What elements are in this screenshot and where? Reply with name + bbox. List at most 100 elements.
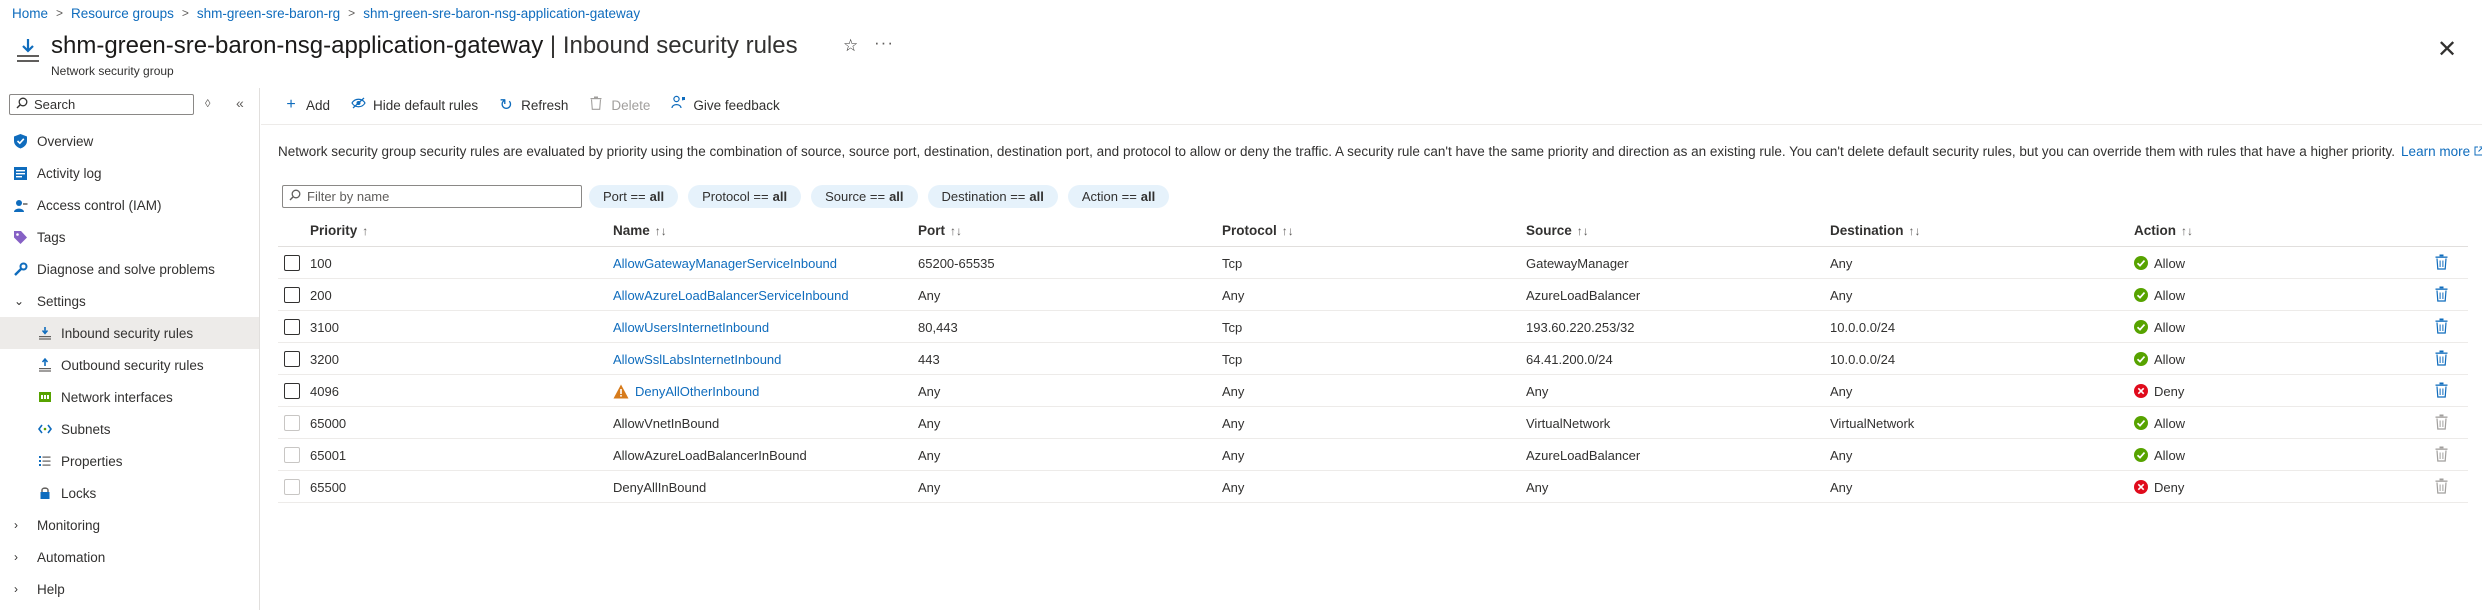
feedback-icon (670, 95, 686, 115)
filter-pill-key: Action == (1081, 189, 1137, 204)
search-icon (289, 189, 301, 204)
add-button[interactable]: + Add (283, 96, 330, 114)
breadcrumb-resource-group[interactable]: shm-green-sre-baron-rg (197, 6, 340, 21)
sidebar-group-monitoring[interactable]: › Monitoring (0, 509, 259, 541)
sidebar-group-settings[interactable]: ⌄ Settings (0, 285, 259, 317)
column-header-protocol[interactable]: Protocol ↑↓ (1222, 223, 1294, 238)
table-row[interactable]: 65000 AllowVnetInBound Any Any VirtualNetwor… (278, 407, 2468, 439)
warning-icon (613, 384, 629, 402)
sidebar-search-input[interactable] (34, 97, 184, 112)
rule-name-link[interactable]: AllowUsersInternetInbound (613, 320, 769, 335)
row-checkbox[interactable] (284, 351, 300, 367)
rule-name-link[interactable]: DenyAllOtherInbound (635, 384, 759, 399)
cell-source: Any (1526, 384, 1549, 399)
filter-pill-key: Port == (603, 189, 646, 204)
page-description: Network security group security rules ar… (278, 144, 2482, 159)
favorite-star-icon[interactable]: ☆ (843, 36, 858, 56)
sidebar-item-overview[interactable]: Overview (0, 125, 259, 157)
sidebar-item-properties[interactable]: Properties (0, 445, 259, 477)
breadcrumb-resource[interactable]: shm-green-sre-baron-nsg-application-gate… (363, 6, 640, 21)
sidebar-item-tags[interactable]: Tags (0, 221, 259, 253)
filter-pill-destination[interactable]: Destination == all (927, 185, 1058, 208)
filter-by-name-field[interactable] (282, 185, 582, 208)
cell-destination: VirtualNetwork (1830, 416, 1915, 431)
breadcrumb-separator: > (56, 6, 64, 20)
breadcrumb-home[interactable]: Home (12, 6, 48, 21)
filter-pill-action[interactable]: Action == all (1067, 185, 1170, 208)
column-header-label: Port (918, 223, 945, 238)
row-checkbox[interactable] (284, 255, 300, 271)
close-icon[interactable]: ✕ (2437, 35, 2457, 64)
table-row[interactable]: 3100 AllowUsersInternetInbound 80,443 Tcp 19… (278, 311, 2468, 343)
row-checkbox[interactable] (284, 319, 300, 335)
cell-source: AzureLoadBalancer (1526, 288, 1641, 303)
table-row[interactable]: 4096 DenyAllOtherInbound Any Any Any Any Deny (278, 375, 2468, 407)
allow-check-icon (2134, 288, 2148, 302)
delete-rule-trash-icon[interactable] (2435, 350, 2448, 369)
delete-rule-trash-icon[interactable] (2435, 254, 2448, 273)
sidebar-item-iam[interactable]: Access control (IAM) (0, 189, 259, 221)
sidebar-item-subnets[interactable]: Subnets (0, 413, 259, 445)
cell-destination: Any (1830, 288, 1853, 303)
delete-rule-trash-icon[interactable] (2435, 318, 2448, 337)
delete-rule-trash-icon[interactable] (2435, 382, 2448, 401)
allow-check-icon (2134, 256, 2148, 270)
column-header-label: Priority (310, 223, 358, 238)
sidebar-item-label: Overview (37, 133, 94, 149)
column-header-action[interactable]: Action ↑↓ (2134, 223, 2193, 238)
column-header-priority[interactable]: Priority ↑ (310, 223, 368, 238)
give-feedback-label: Give feedback (693, 97, 780, 113)
sidebar-item-locks[interactable]: Locks (0, 477, 259, 509)
resource-name: shm-green-sre-baron-nsg-application-gate… (51, 32, 544, 59)
sidebar-search[interactable] (9, 94, 194, 115)
cell-destination: Any (1830, 480, 1853, 495)
collapse-sidebar-icon[interactable]: « (236, 95, 244, 111)
table-row[interactable]: 100 AllowGatewayManagerServiceInbound 6520… (278, 247, 2468, 279)
table-row[interactable]: 3200 AllowSslLabsInternetInbound 443 Tcp 64.… (278, 343, 2468, 375)
sidebar-item-inbound-rules[interactable]: Inbound security rules (0, 317, 259, 349)
sidebar-item-diagnose[interactable]: Diagnose and solve problems (0, 253, 259, 285)
rule-name-link[interactable]: AllowAzureLoadBalancerServiceInbound (613, 288, 849, 303)
row-checkbox[interactable] (284, 287, 300, 303)
column-header-name[interactable]: Name ↑↓ (613, 223, 667, 238)
sidebar-item-network-interfaces[interactable]: Network interfaces (0, 381, 259, 413)
title-separator: | (543, 32, 563, 59)
activity-log-icon (12, 165, 28, 181)
row-checkbox[interactable] (284, 383, 300, 399)
sidebar-item-activity-log[interactable]: Activity log (0, 157, 259, 189)
rule-name-link[interactable]: AllowSslLabsInternetInbound (613, 352, 781, 367)
allow-check-icon (2134, 320, 2148, 334)
sidebar-group-help[interactable]: › Help (0, 573, 259, 605)
column-header-destination[interactable]: Destination ↑↓ (1830, 223, 1921, 238)
rule-name-link[interactable]: AllowGatewayManagerServiceInbound (613, 256, 837, 271)
cell-port: Any (918, 416, 941, 431)
trash-icon (588, 96, 604, 115)
learn-more-link[interactable]: Learn more (2401, 144, 2482, 159)
give-feedback-button[interactable]: Give feedback (670, 95, 780, 115)
delete-button[interactable]: Delete (588, 96, 650, 115)
cell-destination: 10.0.0.0/24 (1830, 320, 1896, 335)
cell-destination: Any (1830, 448, 1853, 463)
sidebar-item-outbound-rules[interactable]: Outbound security rules (0, 349, 259, 381)
column-header-port[interactable]: Port ↑↓ (918, 223, 962, 238)
cell-destination: 10.0.0.0/24 (1830, 352, 1896, 367)
delete-rule-trash-icon[interactable] (2435, 286, 2448, 305)
table-row[interactable]: 65500 DenyAllInBound Any Any Any Any Deny (278, 471, 2468, 503)
breadcrumb-resource-groups[interactable]: Resource groups (71, 6, 174, 21)
column-header-source[interactable]: Source ↑↓ (1526, 223, 1589, 238)
filter-pill-port[interactable]: Port == all (589, 185, 679, 208)
more-options-icon[interactable]: ··· (874, 33, 894, 53)
filter-by-name-input[interactable] (307, 189, 577, 204)
sidebar-group-automation[interactable]: › Automation (0, 541, 259, 573)
cell-port: Any (918, 288, 941, 303)
chevron-right-icon: › (14, 550, 18, 564)
sidebar-item-label: Inbound security rules (61, 325, 194, 341)
hide-default-rules-button[interactable]: Hide default rules (350, 96, 478, 114)
filter-pill-source[interactable]: Source == all (811, 185, 918, 208)
filter-pill-protocol[interactable]: Protocol == all (688, 185, 802, 208)
table-row[interactable]: 200 AllowAzureLoadBalancerServiceInbound A… (278, 279, 2468, 311)
rule-name-link: AllowVnetInBound (613, 416, 720, 431)
table-row[interactable]: 65001 AllowAzureLoadBalancerInBound Any Any… (278, 439, 2468, 471)
cell-action: Allow (2134, 320, 2185, 335)
refresh-button[interactable]: ↻ Refresh (498, 95, 568, 115)
